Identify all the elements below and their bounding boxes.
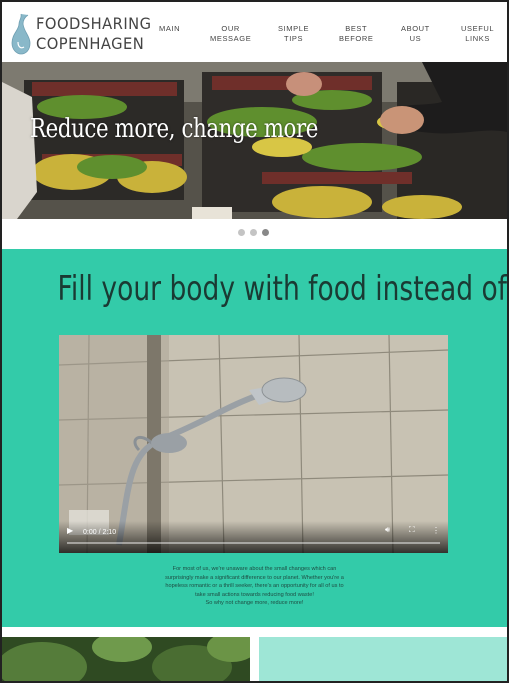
slider-dot-3[interactable] (262, 229, 269, 236)
site-header: FOODSHARING COPENHAGEN MAIN OUR MESSAGE … (2, 2, 507, 62)
nav-useful-links-label: USEFUL (461, 24, 495, 33)
hero-slider: Reduce more, change more (2, 62, 507, 219)
description-line: hopeless romantic or a thrill seeker, th… (165, 583, 344, 590)
video-player[interactable]: ▶ 0:00 / 2:10 🔊︎ ⛶ ⋮ (59, 335, 448, 553)
nav-simple-tips-label: SIMPLE (278, 24, 310, 33)
nav-about-us[interactable]: ABOUT US (401, 24, 430, 44)
section-title: Fill your body with food instead of regr… (57, 269, 507, 309)
nav-best-before[interactable]: BEST BEFORE (339, 24, 373, 44)
leaf-image (2, 637, 250, 681)
nav-our-message[interactable]: OUR MESSAGE (210, 24, 251, 44)
description-line: For most of us, we're unaware about the … (172, 566, 337, 572)
slider-dot-2[interactable] (250, 229, 257, 236)
description-line: So why not change more, reduce more! (205, 600, 304, 607)
nav-simple-tips-label-2: TIPS (284, 34, 304, 43)
nav-main-label: MAIN (159, 24, 181, 33)
leaf-image-card (2, 637, 250, 681)
main-nav: MAIN OUR MESSAGE SIMPLE TIPS BEST BEFORE… (2, 24, 507, 54)
message-section: Fill your body with food instead of regr… (2, 249, 507, 627)
nav-useful-links-label-2: LINKS (465, 34, 490, 43)
nav-best-before-label: BEST (345, 24, 368, 33)
video-time: 0:00 / 2:10 (83, 529, 117, 536)
description-line: surprisingly make a significant differen… (165, 574, 344, 581)
hero-title: Reduce more, change more (30, 114, 318, 144)
nav-useful-links[interactable]: USEFUL LINKS (461, 24, 494, 44)
play-icon[interactable]: ▶ (67, 526, 73, 535)
description-line: take small actions towards reducing food… (195, 591, 314, 598)
nav-about-us-label-2: US (409, 34, 422, 43)
nav-best-before-label-2: BEFORE (339, 34, 374, 43)
nav-our-message-label: OUR (221, 24, 240, 33)
video-progress[interactable] (67, 542, 440, 544)
nav-our-message-label-2: MESSAGE (210, 34, 252, 43)
page: FOODSHARING COPENHAGEN MAIN OUR MESSAGE … (2, 2, 507, 681)
volume-icon[interactable]: 🔊︎ (385, 525, 390, 535)
nav-simple-tips[interactable]: SIMPLE TIPS (278, 24, 309, 44)
info-card (259, 637, 507, 681)
nav-about-us-label: ABOUT (401, 24, 430, 33)
video-controls: ▶ 0:00 / 2:10 🔊︎ ⛶ ⋮ (59, 521, 448, 553)
nav-main[interactable]: MAIN (159, 24, 180, 34)
section-description: For most of us, we're unaware about the … (142, 565, 367, 608)
slider-dots (2, 219, 507, 249)
slider-dot-1[interactable] (238, 229, 245, 236)
more-options-icon[interactable]: ⋮ (432, 526, 440, 535)
fullscreen-icon[interactable]: ⛶ (409, 525, 415, 535)
